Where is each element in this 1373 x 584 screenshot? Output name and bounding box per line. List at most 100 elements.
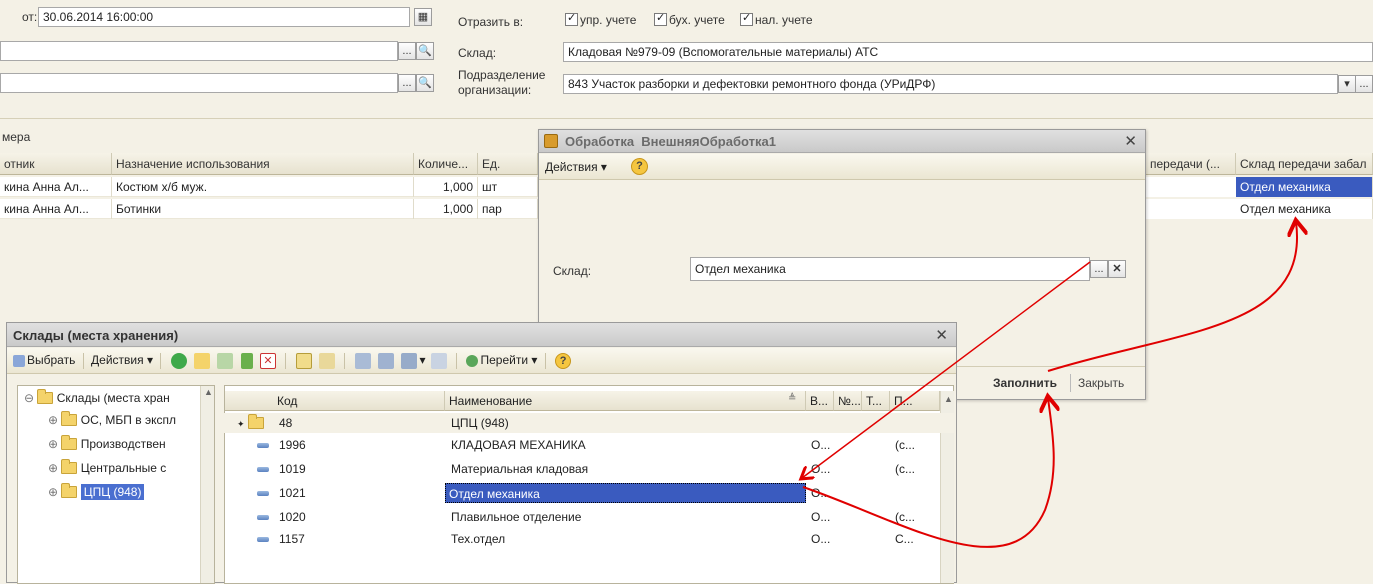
col-employee[interactable]: отник — [0, 153, 112, 175]
processing-icon — [544, 134, 558, 148]
dialog-warehouse-field[interactable]: Отдел механика — [690, 257, 1090, 281]
item-icon — [254, 529, 269, 549]
cell-store: Отдел механика — [1236, 199, 1373, 219]
select-button-dialog[interactable]: ... — [1090, 260, 1108, 278]
warehouse-field[interactable]: Кладовая №979-09 (Вспомогательные матери… — [563, 42, 1373, 62]
item-icon — [254, 435, 269, 455]
cell-name: Плавильное отделение — [451, 510, 582, 524]
division-field[interactable]: 843 Участок разборки и дефектовки ремонт… — [563, 74, 1338, 94]
header-form: от: 30.06.2014 16:00:00 ▦ ... 🔍 ... 🔍 От… — [0, 0, 1373, 120]
cell-name: Тех.отдел — [451, 532, 506, 546]
actions-menu[interactable]: Действия ▾ — [545, 160, 607, 174]
reflect-label: Отразить в: — [458, 15, 524, 29]
field-row-2[interactable] — [0, 41, 398, 61]
add-folder-icon[interactable] — [194, 352, 210, 369]
dropdown-icon[interactable]: ▾ — [1338, 75, 1356, 93]
add-icon[interactable] — [170, 352, 187, 369]
search-icon-2[interactable]: 🔍 — [416, 74, 434, 92]
table-row[interactable]: 1019 Материальная кладовая О... (с... — [224, 459, 956, 479]
clear-icon[interactable]: ✕ — [1108, 260, 1126, 278]
folder-icon — [61, 459, 78, 474]
tree-item[interactable]: ⊕ Производствен — [48, 435, 166, 451]
select-button[interactable]: ... — [398, 42, 416, 60]
cell-b: О... — [811, 462, 831, 476]
help-icon[interactable]: ? — [631, 158, 648, 175]
warehouse-label: Склад: — [458, 46, 497, 60]
close-icon[interactable]: ✕ — [1124, 132, 1137, 150]
table-row[interactable]: 1020 Плавильное отделение О... (с... — [224, 507, 956, 527]
search-icon[interactable]: 🔍 — [416, 42, 434, 60]
select-action[interactable]: Выбрать — [11, 353, 75, 367]
col-name[interactable]: Наименование — [445, 391, 806, 411]
cell-p: (с... — [895, 462, 915, 476]
actions-menu[interactable]: Действия ▾ — [91, 353, 153, 367]
sort-icon[interactable]: ≜ — [788, 393, 796, 404]
tree-item-selected[interactable]: ⊕ ЦПЦ (948) — [48, 483, 145, 500]
calendar-icon[interactable]: ▦ — [414, 8, 432, 26]
folder-icon — [247, 414, 264, 429]
cell-code: 1020 — [279, 510, 306, 524]
expand-icon[interactable]: ⊕ — [48, 485, 58, 499]
fill-button[interactable]: Заполнить — [993, 376, 1057, 390]
cell-code: 1021 — [279, 486, 306, 500]
col-number[interactable]: №... — [834, 391, 862, 411]
cell-code: 1996 — [279, 438, 306, 452]
section-label: мера — [2, 130, 31, 144]
close-button[interactable]: Закрыть — [1078, 376, 1124, 390]
scroll-up-icon[interactable]: ▲ — [204, 387, 213, 397]
tree-item[interactable]: ⊕ ОС, МБП в экспл — [48, 411, 176, 427]
checkbox-icon[interactable] — [654, 11, 667, 26]
expand-icon[interactable]: ⊕ — [48, 461, 58, 475]
cell-store-selected[interactable]: Отдел механика — [1236, 177, 1373, 197]
check-mgmt[interactable]: упр. учете — [565, 11, 636, 27]
col-unit[interactable]: Ед. — [478, 153, 538, 175]
folder-icon — [61, 483, 78, 498]
check-tax[interactable]: нал. учете — [740, 11, 813, 27]
dialog-title: Обработка ВнешняяОбработка1 — [565, 134, 776, 149]
expand-icon[interactable]: ⊕ — [48, 413, 58, 427]
table-row[interactable]: 1996 КЛАДОВАЯ МЕХАНИКА О... (с... — [224, 435, 956, 455]
col-qty[interactable]: Количе... — [414, 153, 478, 175]
item-icon — [254, 483, 269, 503]
select-button-3[interactable]: ... — [1355, 75, 1373, 93]
warehouses-title: Склады (места хранения) — [13, 328, 179, 343]
col-store[interactable]: Склад передачи забал — [1236, 153, 1373, 175]
col-p[interactable]: П... — [890, 391, 940, 411]
checkbox-icon[interactable] — [565, 11, 578, 26]
checkbox-icon[interactable] — [740, 11, 753, 26]
select-button-2[interactable]: ... — [398, 74, 416, 92]
date-field[interactable]: 30.06.2014 16:00:00 — [38, 7, 410, 27]
select-icon — [13, 354, 25, 367]
tree-panel[interactable]: ⊖ Склады (места хран ⊕ ОС, МБП в экспл ⊕… — [17, 385, 215, 584]
cell-code: 1019 — [279, 462, 306, 476]
tree-item[interactable]: ⊕ Центральные с — [48, 459, 166, 475]
field-row-3[interactable] — [0, 73, 398, 93]
division-label-2: организации: — [458, 83, 532, 97]
division-label-1: Подразделение — [458, 68, 546, 82]
tree-scrollbar[interactable]: ▲ — [200, 386, 214, 583]
col-b[interactable]: В... — [806, 391, 834, 411]
col-purpose[interactable]: Назначение использования — [112, 153, 414, 175]
cell-b: О... — [811, 486, 831, 500]
table-row-selected[interactable]: 1021 Отдел механика О... — [224, 483, 956, 503]
cell-code: 1157 — [279, 532, 305, 546]
footer-separator — [1070, 374, 1071, 392]
cell-name: КЛАДОВАЯ МЕХАНИКА — [451, 438, 586, 452]
table-row[interactable]: ✦ 48 ЦПЦ (948) — [224, 413, 956, 433]
group-icon: ✦ — [234, 413, 264, 433]
cell-qty: 1,000 — [414, 199, 478, 219]
item-icon — [254, 459, 269, 479]
col-t[interactable]: Т... — [862, 391, 890, 411]
check-acc[interactable]: бух. учете — [654, 11, 725, 27]
tree-item-root[interactable]: ⊖ Склады (места хран — [24, 389, 170, 405]
toolbar-separator — [160, 352, 162, 369]
scroll-up-icon[interactable]: ▲ — [944, 394, 953, 404]
cell-name-selected[interactable]: Отдел механика — [445, 483, 806, 503]
expand-icon[interactable]: ⊕ — [48, 437, 58, 451]
cell-b: О... — [811, 510, 831, 524]
table-row[interactable]: 1157 Тех.отдел О... С... — [224, 529, 956, 549]
col-code[interactable]: Код — [225, 391, 445, 411]
dialog-titlebar[interactable]: Обработка ВнешняяОбработка1 ✕ — [539, 130, 1145, 153]
collapse-icon[interactable]: ⊖ — [24, 391, 34, 405]
col-transfer[interactable]: передачи (... — [1146, 153, 1236, 175]
